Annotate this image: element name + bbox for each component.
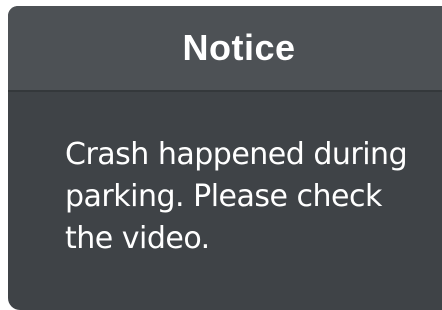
dialog-body: Crash happened during parking. Please ch…: [65, 134, 415, 260]
dialog-message: Crash happened during parking. Please ch…: [65, 137, 408, 256]
dialog-header: Notice: [8, 6, 442, 92]
dialog-title: Notice: [182, 27, 296, 68]
notice-dialog: Notice Crash happened during parking. Pl…: [8, 6, 442, 310]
